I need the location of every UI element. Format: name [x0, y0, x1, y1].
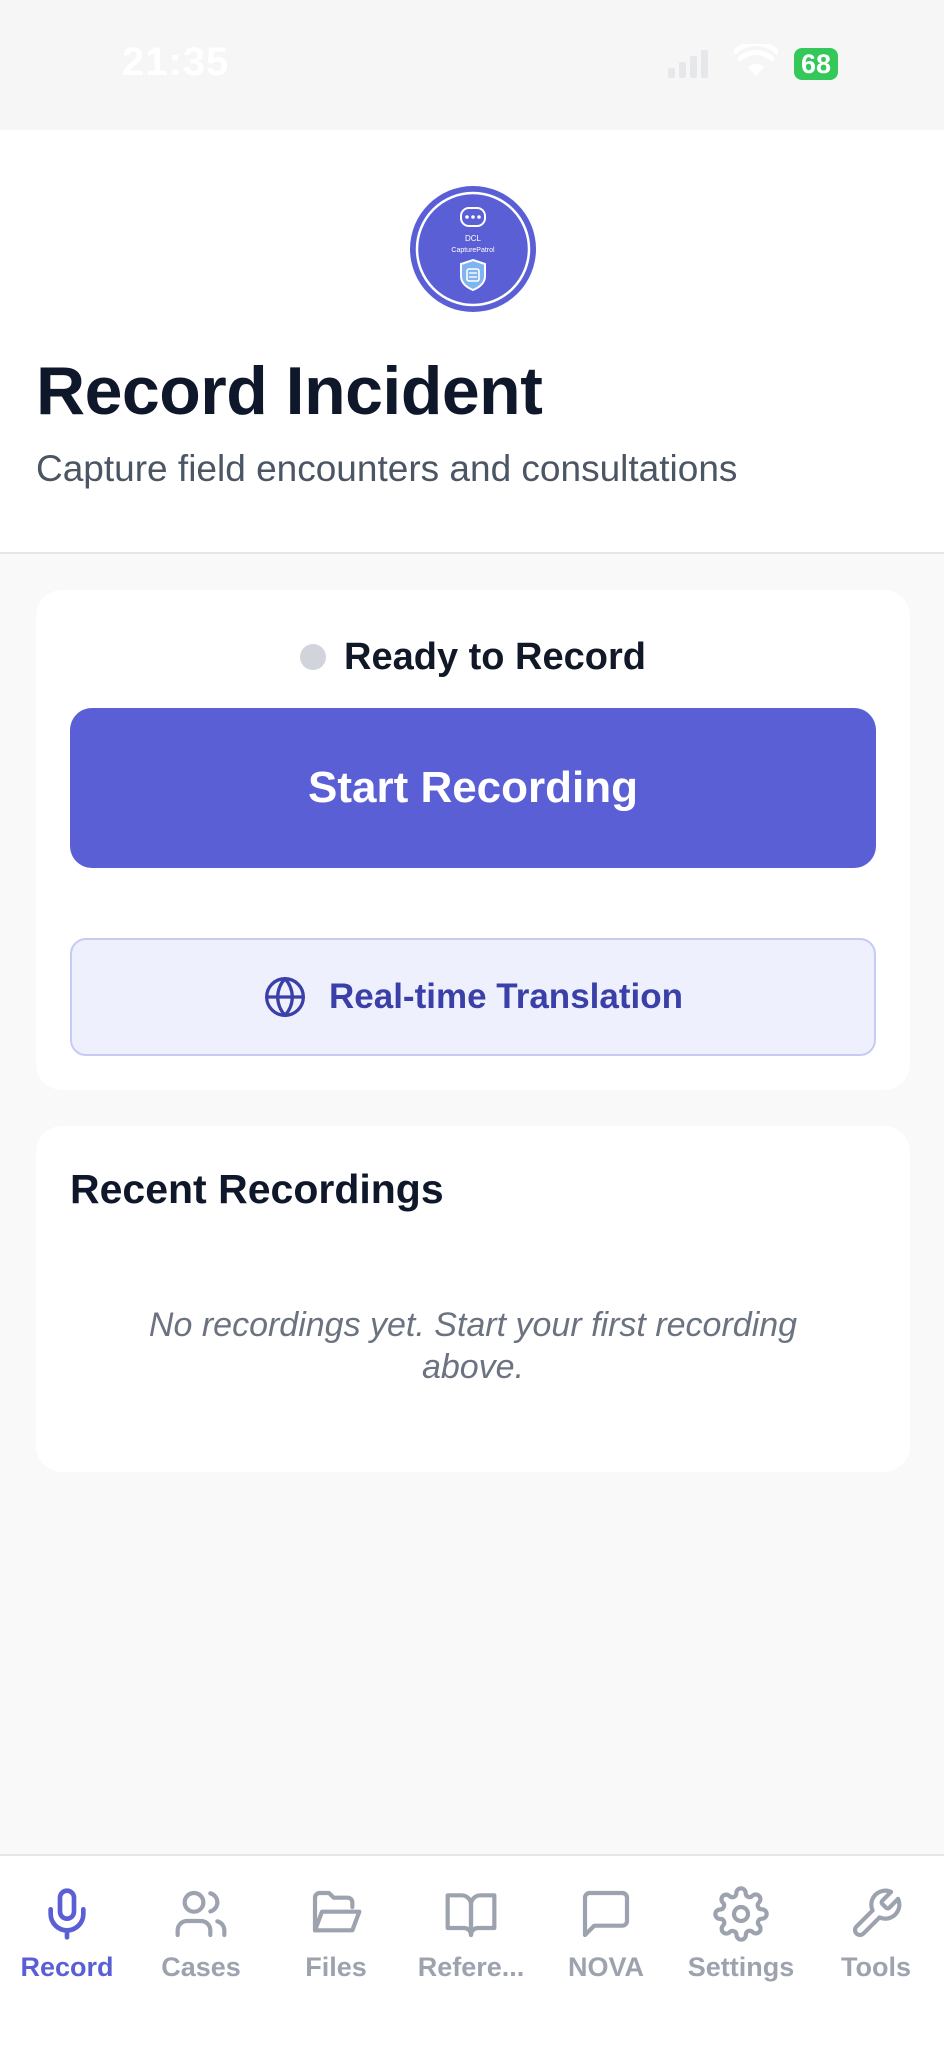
tab-label: NOVA	[567, 1952, 644, 1982]
tab-cases[interactable]: Cases	[134, 1886, 268, 2006]
tab-tools[interactable]: Tools	[809, 1886, 943, 2006]
real-time-translation-button[interactable]: Real-time Translation	[70, 938, 876, 1056]
tab-label: Files	[305, 1952, 367, 1982]
wifi-icon	[734, 44, 778, 76]
chat-icon	[582, 1890, 630, 1938]
page-subtitle: Capture field encounters and consultatio…	[36, 448, 738, 489]
translation-label: Real-time Translation	[329, 977, 683, 1016]
tab-label: Refere...	[417, 1952, 525, 1982]
battery-indicator: 68	[794, 48, 838, 80]
cellular-signal-icon	[668, 50, 708, 78]
page-title: Record Incident	[36, 353, 543, 429]
tab-nova[interactable]: NOVA	[539, 1886, 673, 2006]
start-recording-button[interactable]: Start Recording	[70, 708, 876, 868]
record-card: Ready to Record Start Recording Real-tim…	[36, 590, 910, 1090]
status-bar: 21:35 68	[0, 0, 944, 130]
app-logo: DCL CapturePatrol	[410, 186, 536, 312]
tab-settings[interactable]: Settings	[674, 1886, 808, 2006]
tab-label: Settings	[687, 1952, 795, 1982]
tab-label: Record	[20, 1952, 114, 1982]
tab-reference[interactable]: Refere...	[404, 1886, 538, 2006]
logo-text-top: DCL	[465, 234, 482, 243]
empty-state-message: No recordings yet. Start your first reco…	[148, 1306, 798, 1386]
recent-recordings-title: Recent Recordings	[70, 1166, 444, 1212]
logo-text-bottom: CapturePatrol	[451, 247, 495, 254]
book-icon	[445, 1893, 497, 1938]
status-text: Ready to Record	[344, 635, 646, 678]
tab-files[interactable]: Files	[269, 1886, 403, 2006]
microphone-icon	[48, 1888, 86, 1940]
status-dot	[300, 644, 327, 670]
wrench-icon	[852, 1888, 902, 1938]
folder-icon	[312, 1890, 362, 1933]
tab-record[interactable]: Record	[0, 1886, 134, 2006]
page-header: DCL CapturePatrol Record Incident Captur…	[0, 130, 944, 554]
recording-status: Ready to Record	[36, 632, 910, 682]
bottom-tab-bar: Record Cases Files Refere... NOVA Settin…	[0, 1854, 944, 2048]
status-time: 21:35	[122, 40, 230, 84]
tab-label: Cases	[161, 1952, 241, 1982]
gear-icon	[713, 1886, 769, 1942]
globe-icon	[265, 977, 305, 1017]
tab-label: Tools	[841, 1952, 911, 1982]
users-icon	[175, 1890, 227, 1938]
recent-recordings-card: Recent Recordings No recordings yet. Sta…	[36, 1126, 910, 1472]
